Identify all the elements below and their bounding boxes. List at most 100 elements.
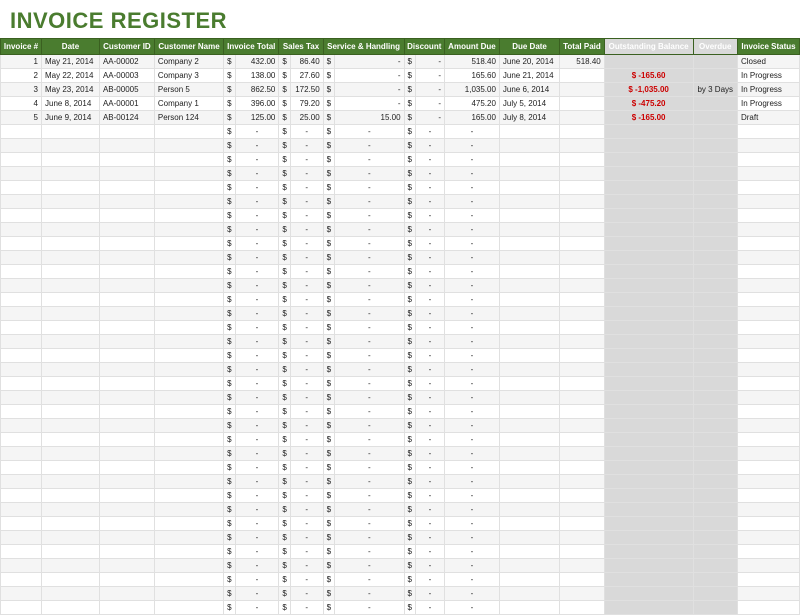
table-cell-empty [560,209,605,223]
table-cell-empty: - [335,587,404,601]
table-cell: $ [404,97,415,111]
table-cell-empty [154,587,223,601]
table-cell-empty [560,391,605,405]
dollar-cell: $ [404,251,415,265]
table-cell-empty [1,153,42,167]
table-cell-empty [42,447,100,461]
table-cell: 4 [1,97,42,111]
table-body: 1May 21, 2014AA-00002Company 2$432.00$86… [1,55,800,615]
table-cell-empty: - [235,321,279,335]
table-cell-empty [560,433,605,447]
table-row-empty: $-$-$-$-- [1,559,800,573]
table-cell-empty [560,475,605,489]
table-cell: In Progress [737,97,799,111]
dollar-cell: $ [224,251,235,265]
dollar-cell: $ [323,447,334,461]
table-cell-empty [99,307,154,321]
table-cell-empty [1,223,42,237]
dollar-cell: $ [323,517,334,531]
table-cell-empty [42,251,100,265]
table-cell-empty: - [445,475,500,489]
dollar-cell: $ [279,489,290,503]
table-cell-empty [99,349,154,363]
col-customer-id: Customer ID [99,39,154,55]
table-cell-empty [154,405,223,419]
table-cell: 138.00 [235,69,279,83]
table-cell: 1 [1,55,42,69]
dollar-cell: $ [224,321,235,335]
table-cell-empty: - [445,125,500,139]
outstanding-balance-cell-empty [604,195,693,209]
table-cell-empty [154,139,223,153]
table-cell-empty: - [415,503,444,517]
table-cell-empty [99,293,154,307]
table-cell-empty [42,223,100,237]
table-cell-empty [1,461,42,475]
dollar-cell: $ [279,405,290,419]
table-cell-empty: - [290,279,323,293]
table-cell-empty [499,517,559,531]
table-cell-empty: - [235,335,279,349]
overdue-cell-empty [693,293,737,307]
col-date: Date [42,39,100,55]
table-cell-empty [154,237,223,251]
table-cell [560,111,605,125]
table-cell: $ [404,55,415,69]
table-cell-empty [42,573,100,587]
table-row-empty: $-$-$-$-- [1,587,800,601]
dollar-cell: $ [404,391,415,405]
col-invoice-status: Invoice Status [737,39,799,55]
table-cell-empty: - [335,125,404,139]
table-cell-empty [42,195,100,209]
table-cell-empty [499,377,559,391]
table-cell-empty [499,601,559,615]
overdue-cell-empty [693,223,737,237]
outstanding-balance-cell-empty [604,503,693,517]
table-cell-empty: - [335,223,404,237]
overdue-cell-empty [693,335,737,349]
table-cell-empty: - [415,223,444,237]
table-cell-empty [99,279,154,293]
dollar-cell: $ [224,601,235,615]
table-cell-empty [154,363,223,377]
table-cell-empty [499,405,559,419]
table-cell: May 23, 2014 [42,83,100,97]
dollar-cell: $ [404,433,415,447]
table-cell-empty [99,237,154,251]
table-cell: AB-00005 [99,83,154,97]
dollar-cell: $ [279,293,290,307]
table-cell: 15.00 [335,111,404,125]
table-cell-empty [560,195,605,209]
dollar-cell: $ [224,279,235,293]
dollar-cell: $ [323,419,334,433]
overdue-cell-empty [693,475,737,489]
overdue-cell-empty [693,573,737,587]
table-cell-empty [499,475,559,489]
table-cell-empty [560,601,605,615]
table-cell-empty [99,391,154,405]
dollar-cell: $ [323,181,334,195]
table-cell-empty [154,195,223,209]
table-cell-empty: - [290,489,323,503]
table-cell-empty [560,335,605,349]
table-cell-empty [499,265,559,279]
table-cell-empty [1,293,42,307]
table-cell-empty [154,517,223,531]
table-cell-empty: - [290,195,323,209]
table-cell: 3 [1,83,42,97]
table-cell-empty: - [415,587,444,601]
table-cell-empty [560,223,605,237]
table-cell-empty: - [335,363,404,377]
table-cell-empty [99,447,154,461]
dollar-cell: $ [279,349,290,363]
dollar-cell: $ [323,279,334,293]
dollar-cell: $ [224,265,235,279]
table-cell-empty [1,489,42,503]
table-cell-empty [499,489,559,503]
dollar-cell: $ [279,377,290,391]
dollar-cell: $ [279,195,290,209]
table-cell-empty: - [290,349,323,363]
table-cell-empty [737,335,799,349]
dollar-cell: $ [224,503,235,517]
table-cell: $ [323,97,334,111]
